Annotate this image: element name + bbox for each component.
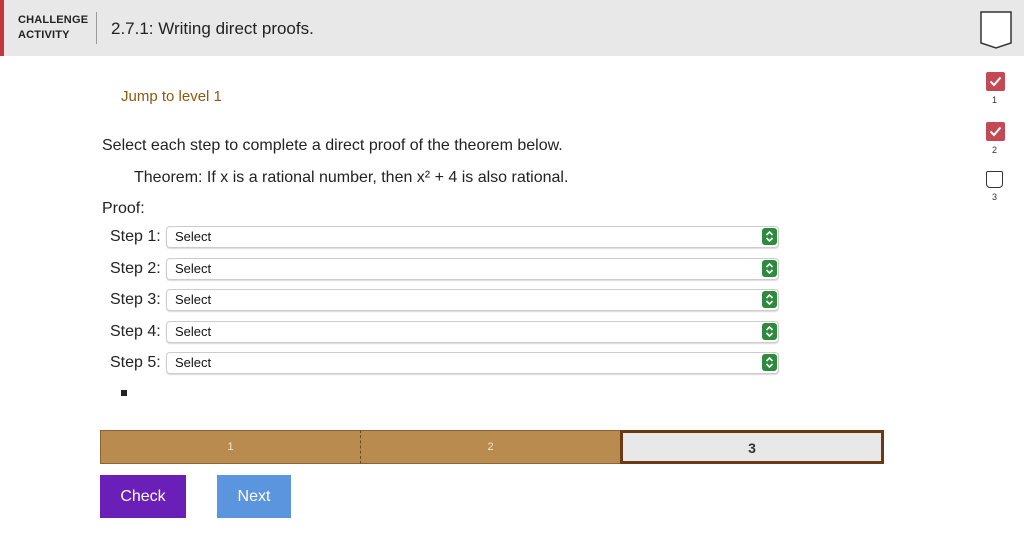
- dropdown-arrows-icon: [762, 228, 777, 245]
- segment-number: 2: [487, 441, 494, 453]
- select-value: Select: [175, 355, 212, 370]
- step-1-select[interactable]: Select: [166, 226, 779, 248]
- dropdown-arrows-icon: [762, 260, 777, 277]
- next-button[interactable]: Next: [217, 475, 291, 518]
- step-label: Step 4:: [110, 323, 161, 340]
- dropdown-arrows-icon: [762, 354, 777, 371]
- level-3-indicator[interactable]: 3: [986, 171, 1005, 202]
- check-icon: [986, 72, 1005, 91]
- level-number: 3: [991, 192, 997, 202]
- select-value: Select: [175, 229, 212, 244]
- activity-title: 2.7.1: Writing direct proofs.: [111, 19, 314, 38]
- progress-segment-1[interactable]: 1: [100, 430, 361, 464]
- empty-level-icon: [986, 171, 1003, 188]
- level-1-indicator[interactable]: 1: [986, 72, 1005, 105]
- jump-to-level-link[interactable]: Jump to level 1: [121, 88, 222, 105]
- qed-square-icon: [121, 390, 127, 396]
- theorem-text: Theorem: If x is a rational number, then…: [134, 169, 569, 186]
- check-icon: [986, 122, 1005, 141]
- dropdown-arrows-icon: [762, 291, 777, 308]
- step-label: Step 5:: [110, 354, 161, 371]
- step-2-select[interactable]: Select: [166, 258, 779, 280]
- dropdown-arrows-icon: [762, 323, 777, 340]
- step-3-select[interactable]: Select: [166, 289, 779, 311]
- activity-type-line2: ACTIVITY: [18, 29, 70, 41]
- select-value: Select: [175, 261, 212, 276]
- step-label: Step 3:: [110, 291, 161, 308]
- header-accent-bar: [0, 0, 4, 56]
- activity-header: CHALLENGE ACTIVITY 2.7.1: Writing direct…: [0, 0, 1024, 56]
- level-2-indicator[interactable]: 2: [986, 122, 1005, 155]
- select-value: Select: [175, 292, 212, 307]
- level-number: 2: [991, 145, 997, 155]
- select-value: Select: [175, 324, 212, 339]
- step-label: Step 2:: [110, 260, 161, 277]
- proof-label: Proof:: [102, 200, 145, 217]
- instructions-text: Select each step to complete a direct pr…: [102, 137, 563, 154]
- segment-number: 3: [748, 440, 756, 456]
- header-divider: [96, 12, 97, 44]
- check-button[interactable]: Check: [100, 475, 186, 518]
- level-progress-bar: 1 2 3: [100, 430, 884, 464]
- activity-type-label: CHALLENGE ACTIVITY: [18, 13, 88, 43]
- segment-number: 1: [227, 441, 234, 453]
- step-5-select[interactable]: Select: [166, 352, 779, 374]
- step-label: Step 1:: [110, 228, 161, 245]
- level-number: 1: [991, 95, 997, 105]
- progress-segment-2[interactable]: 2: [361, 430, 620, 464]
- bookmark-icon[interactable]: [980, 11, 1012, 49]
- activity-type-line1: CHALLENGE: [18, 14, 89, 26]
- step-4-select[interactable]: Select: [166, 321, 779, 343]
- progress-segment-3[interactable]: 3: [620, 430, 884, 464]
